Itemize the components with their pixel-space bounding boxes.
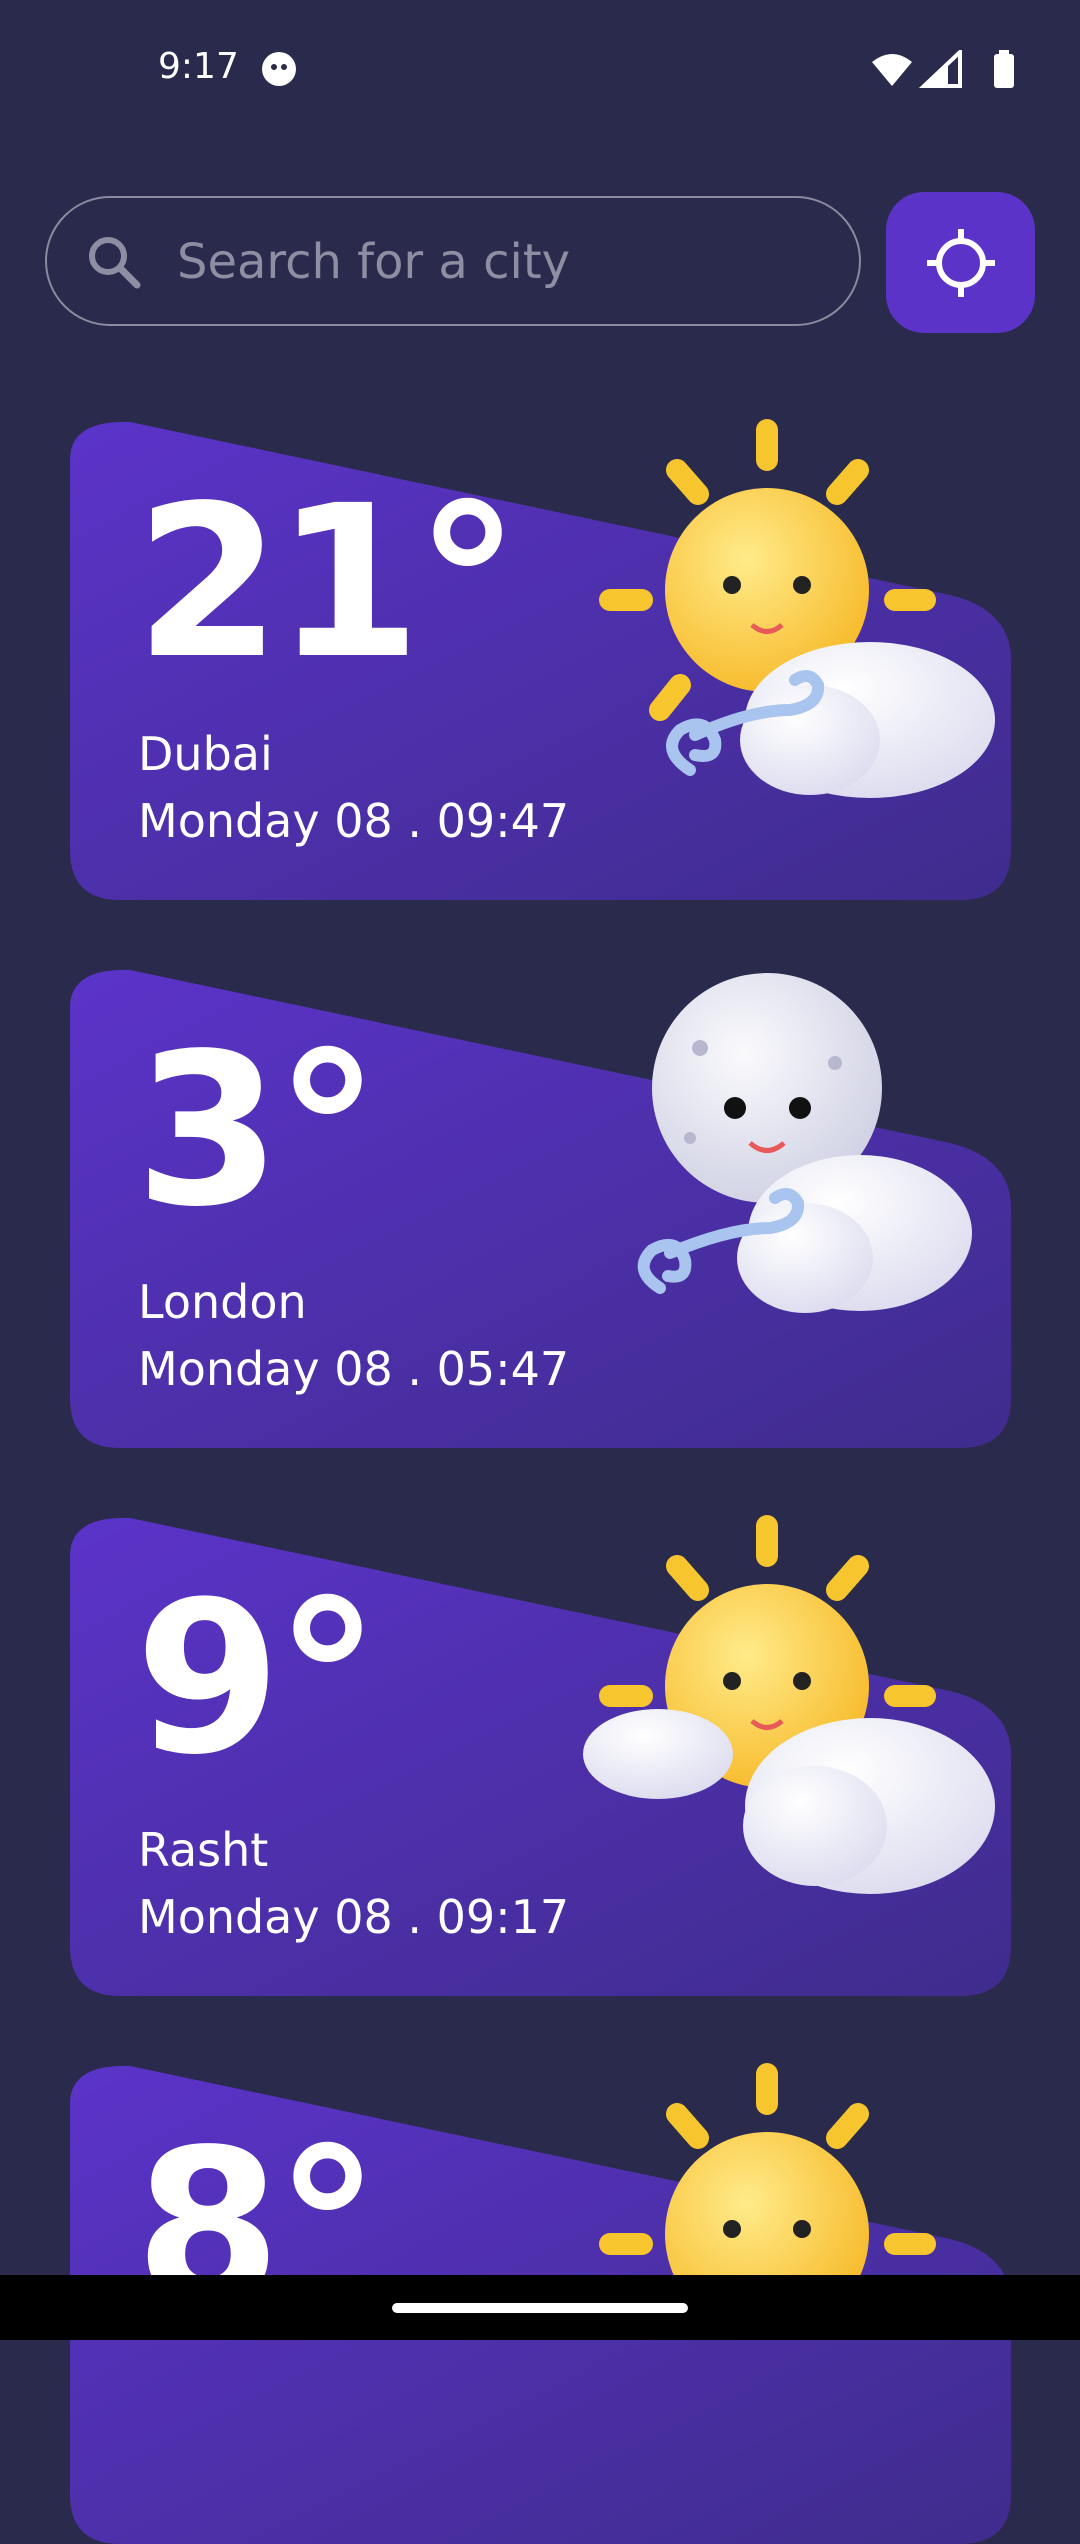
city-name: London xyxy=(138,1275,307,1329)
city-card-rasht[interactable]: 9° Rasht Monday 08 . 09:17 xyxy=(70,1515,1011,1996)
status-bar: 9:17 xyxy=(0,0,1080,140)
temperature: 3° xyxy=(135,1008,380,1253)
location-crosshair-icon xyxy=(927,229,995,297)
temperature: 21° xyxy=(135,460,520,705)
status-icons xyxy=(872,50,1014,88)
search-placeholder: Search for a city xyxy=(177,234,571,290)
search-input[interactable]: Search for a city xyxy=(45,196,861,326)
sun-with-clouds-icon xyxy=(583,1515,995,1894)
wifi-icon xyxy=(872,54,912,86)
locate-me-button[interactable] xyxy=(886,192,1035,333)
moon-with-wind-cloud-icon xyxy=(637,973,972,1313)
battery-icon xyxy=(994,54,1014,88)
temperature: 9° xyxy=(135,1556,380,1801)
city-name: Dubai xyxy=(138,727,273,781)
date-time: Monday 08 . 05:47 xyxy=(138,1342,570,1396)
city-card-london[interactable]: 3° London Monday 08 . 05:47 xyxy=(70,968,1011,1448)
sun-with-wind-cloud-icon xyxy=(599,419,995,798)
city-card-dubai[interactable]: 21° Dubai Monday 08 . 09:47 xyxy=(70,419,1011,900)
city-name: Rasht xyxy=(138,1823,269,1877)
navigation-bar xyxy=(0,2275,1080,2340)
cat-face-icon xyxy=(262,52,296,86)
search-icon xyxy=(89,237,141,289)
date-time: Monday 08 . 09:47 xyxy=(138,794,570,848)
date-time: Monday 08 . 09:17 xyxy=(138,1890,570,1944)
status-time: 9:17 xyxy=(158,46,239,87)
sun-icon xyxy=(599,2063,936,2336)
home-gesture-handle[interactable] xyxy=(392,2303,688,2313)
